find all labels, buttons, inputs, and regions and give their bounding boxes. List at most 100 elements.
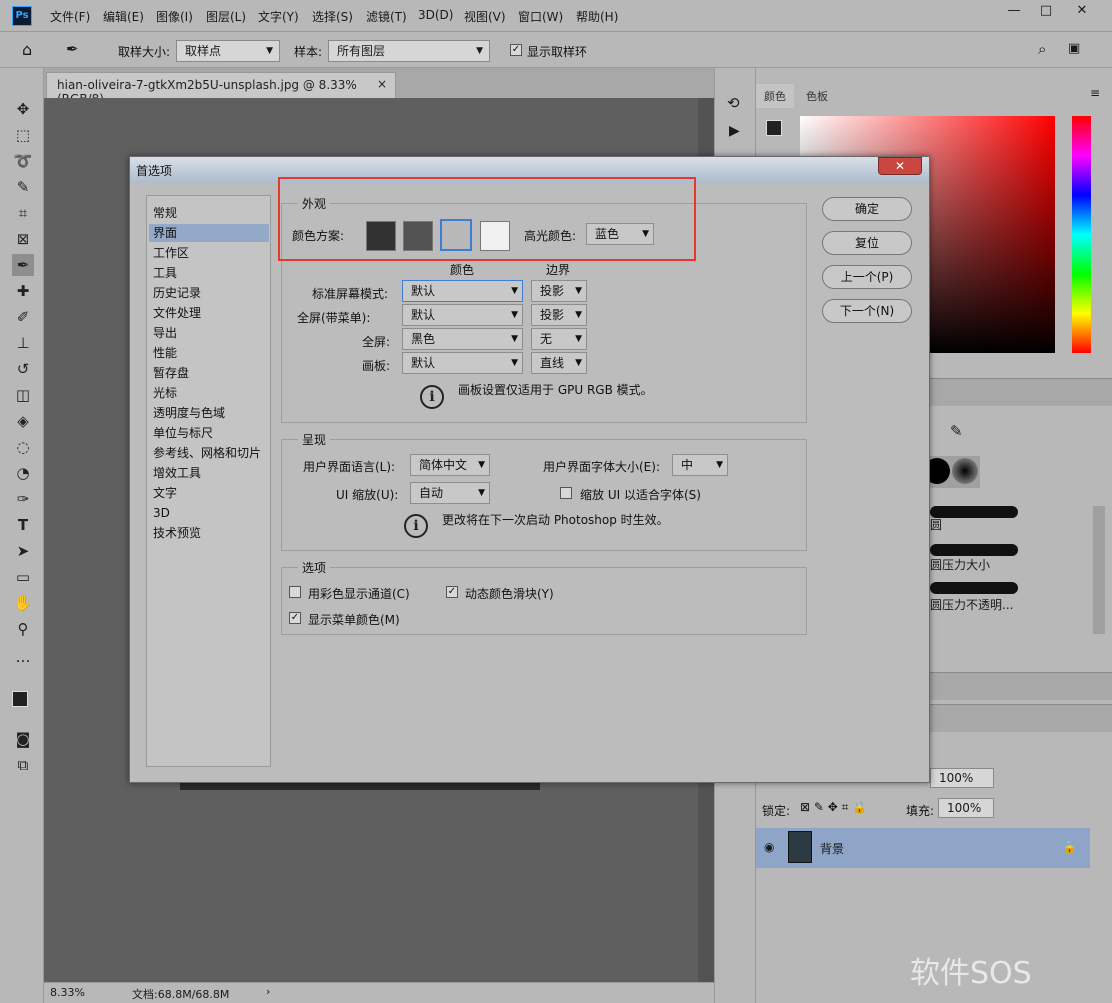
paint-bucket-tool-icon[interactable]: ◈ (12, 410, 34, 432)
screen-mode-icon[interactable]: ⧉ (12, 754, 34, 776)
brush-tool-icon[interactable]: ✐ (12, 306, 34, 328)
nav-item-scratch-disks[interactable]: 暂存盘 (149, 364, 269, 382)
hue-slider[interactable] (1072, 116, 1091, 353)
nav-item-guides[interactable]: 参考线、网格和切片 (149, 444, 269, 462)
path-select-tool-icon[interactable]: ➤ (12, 540, 34, 562)
nav-item-transparency[interactable]: 透明度与色域 (149, 404, 269, 422)
ok-button[interactable]: 确定 (822, 197, 912, 221)
fullscreen-border-select[interactable]: 无 ▼ (531, 328, 587, 350)
fullscreen-color-select[interactable]: 黑色 ▼ (402, 328, 523, 350)
fullscreen-menu-color-select[interactable]: 默认 ▼ (402, 304, 523, 326)
scale-ui-to-font-checkbox[interactable] (560, 487, 572, 499)
menu-view[interactable]: 视图(V) (464, 8, 506, 25)
nav-item-interface[interactable]: 界面 (149, 224, 269, 242)
healing-tool-icon[interactable]: ✚ (12, 280, 34, 302)
actions-panel-icon[interactable]: ▶ (729, 123, 740, 139)
menu-filter[interactable]: 滤镜(T) (366, 8, 407, 25)
layer-row[interactable]: ◉ 背景 🔒 (756, 828, 1090, 868)
nav-item-tools[interactable]: 工具 (149, 264, 269, 282)
workspace-icon[interactable]: ▣ (1068, 41, 1080, 56)
ui-scaling-select[interactable]: 自动 ▼ (410, 482, 490, 504)
nav-item-plugins[interactable]: 增效工具 (149, 464, 269, 482)
nav-item-cursors[interactable]: 光标 (149, 384, 269, 402)
chevron-right-icon[interactable]: › (266, 985, 270, 998)
dialog-close-button[interactable]: ✕ (878, 157, 922, 175)
menu-file[interactable]: 文件(F) (50, 8, 90, 25)
nav-item-performance[interactable]: 性能 (149, 344, 269, 362)
fill-field[interactable]: 100% (938, 798, 994, 818)
eraser-tool-icon[interactable]: ◫ (12, 384, 34, 406)
color-channels-checkbox[interactable] (289, 586, 301, 598)
close-tab-icon[interactable]: × (377, 77, 387, 91)
history-panel-icon[interactable]: ⟲ (727, 94, 740, 112)
sample-select[interactable]: 所有图层 ▼ (328, 40, 490, 62)
tab-color[interactable]: 颜色 (756, 84, 794, 108)
artboard-color-select[interactable]: 默认 ▼ (402, 352, 523, 374)
eyedropper-tool-icon[interactable]: ✒ (12, 254, 34, 276)
marquee-tool-icon[interactable]: ⬚ (12, 124, 34, 146)
brush-item[interactable]: 圆压力大小 (920, 554, 1018, 576)
nav-item-general[interactable]: 常规 (149, 204, 269, 222)
nav-item-workspace[interactable]: 工作区 (149, 244, 269, 262)
nav-item-units[interactable]: 单位与标尺 (149, 424, 269, 442)
tab-swatches[interactable]: 色板 (798, 84, 836, 108)
next-button[interactable]: 下一个(N) (822, 299, 912, 323)
panel-menu-icon[interactable]: ≡ (1090, 86, 1100, 100)
stamp-tool-icon[interactable]: ⊥ (12, 332, 34, 354)
quick-mask-icon[interactable]: ◙ (12, 728, 34, 750)
visibility-eye-icon[interactable]: ◉ (764, 840, 774, 854)
eyedropper-tool-icon[interactable]: ✒ (66, 40, 79, 58)
search-icon[interactable]: ⌕ (1038, 40, 1046, 58)
brush-item[interactable]: 圆 (920, 514, 1018, 536)
pen-tool-icon[interactable]: ✑ (12, 488, 34, 510)
menu-layer[interactable]: 图层(L) (206, 8, 246, 25)
previous-button[interactable]: 上一个(P) (822, 265, 912, 289)
artboard-border-select[interactable]: 直线 ▼ (531, 352, 587, 374)
menu-window[interactable]: 窗口(W) (518, 8, 563, 25)
show-ring-checkbox[interactable]: ✓ (510, 44, 522, 56)
menu-edit[interactable]: 编辑(E) (103, 8, 144, 25)
menu-image[interactable]: 图像(I) (156, 8, 193, 25)
zoom-tool-icon[interactable]: ⚲ (12, 618, 34, 640)
document-tab[interactable]: hian-oliveira-7-gtkXm2b5U-unsplash.jpg @… (46, 72, 396, 106)
minimize-button[interactable]: — (998, 2, 1030, 22)
menu-help[interactable]: 帮助(H) (576, 8, 618, 25)
standard-screen-color-select[interactable]: 默认 ▼ (402, 280, 523, 302)
brush-item[interactable]: 圆压力不透明... (920, 594, 1018, 616)
menu-select[interactable]: 选择(S) (312, 8, 353, 25)
standard-screen-border-select[interactable]: 投影 ▼ (531, 280, 587, 302)
blur-tool-icon[interactable]: ◌ (12, 436, 34, 458)
brush-settings-icon[interactable]: ✎ (950, 422, 963, 440)
nav-item-history[interactable]: 历史记录 (149, 284, 269, 302)
brushes-scrollbar[interactable] (1093, 506, 1105, 634)
nav-item-export[interactable]: 导出 (149, 324, 269, 342)
dynamic-sliders-checkbox[interactable]: ✓ (446, 586, 458, 598)
history-brush-tool-icon[interactable]: ↺ (12, 358, 34, 380)
fullscreen-menu-border-select[interactable]: 投影 ▼ (531, 304, 587, 326)
nav-item-3d[interactable]: 3D (149, 504, 269, 522)
more-tools-icon[interactable]: … (12, 646, 34, 668)
foreground-color-swatch[interactable] (12, 691, 28, 707)
ui-language-select[interactable]: 简体中文 ▼ (410, 454, 490, 476)
zoom-level[interactable]: 8.33% (50, 986, 85, 999)
lasso-tool-icon[interactable]: ➰ (12, 150, 34, 172)
color-panel-foreground-swatch[interactable] (766, 120, 782, 136)
hand-tool-icon[interactable]: ✋ (12, 592, 34, 614)
maximize-button[interactable]: □ (1030, 2, 1062, 22)
type-tool-icon[interactable]: T (12, 514, 34, 536)
nav-item-tech-previews[interactable]: 技术预览 (149, 524, 269, 542)
layer-name[interactable]: 背景 (820, 840, 844, 857)
crop-tool-icon[interactable]: ⌗ (12, 202, 34, 224)
menu-type[interactable]: 文字(Y) (258, 8, 299, 25)
nav-item-type[interactable]: 文字 (149, 484, 269, 502)
menu-3d[interactable]: 3D(D) (418, 8, 453, 22)
soft-brush-icon[interactable] (952, 458, 978, 484)
move-tool-icon[interactable]: ✥ (12, 98, 34, 120)
menu-colors-checkbox[interactable]: ✓ (289, 612, 301, 624)
frame-tool-icon[interactable]: ⊠ (12, 228, 34, 250)
nav-item-file-handling[interactable]: 文件处理 (149, 304, 269, 322)
home-icon[interactable]: ⌂ (22, 40, 32, 59)
reset-button[interactable]: 复位 (822, 231, 912, 255)
rectangle-tool-icon[interactable]: ▭ (12, 566, 34, 588)
ui-font-size-select[interactable]: 中 ▼ (672, 454, 728, 476)
